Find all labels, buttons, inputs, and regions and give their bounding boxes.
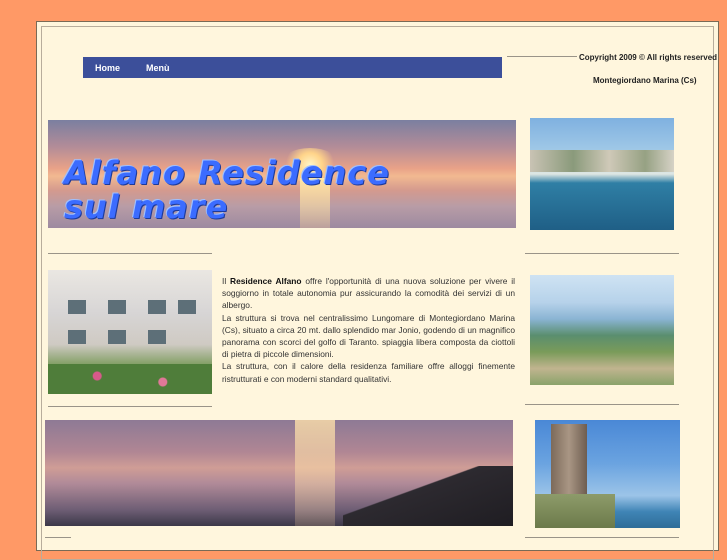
window [148,300,166,314]
sunset-reflection [295,420,335,526]
nav-home-link[interactable]: Home [95,63,120,73]
nav-menu-link[interactable]: Menù [146,63,170,73]
window [108,330,126,344]
location-paragraph: La struttura si trova nel centralissimo … [222,312,515,360]
divider [525,253,679,254]
copyright-text: Copyright 2009 © All rights reserved [578,53,718,62]
coast-town [530,150,674,172]
residence-building-photo [48,270,212,394]
garden-flowers [48,364,212,394]
divider [45,537,71,538]
intro-paragraph: Il Residence Alfano offre l'opportunità … [222,275,515,312]
coastline-photo [530,275,674,385]
banner-title: Alfano Residence sul mare [64,156,390,224]
sea-town-photo [530,118,674,230]
window [178,300,196,314]
quality-paragraph: La struttura, con il calore della reside… [222,361,515,384]
window [68,300,86,314]
tower-photo [535,420,680,528]
brand-name: Residence Alfano [230,276,302,286]
divider [525,537,679,538]
description-text: Il Residence Alfano offre l'opportunità … [222,275,515,385]
banner-title-line1: Alfano Residence [64,154,390,192]
window [108,300,126,314]
location-text: Montegiordano Marina (Cs) [593,76,697,85]
banner-title-line2: sul mare [64,188,229,226]
window [68,330,86,344]
window [148,330,166,344]
divider [48,253,212,254]
hillside [535,494,615,528]
sunset-rocks-photo [45,420,513,526]
divider [48,406,212,407]
banner-image: Alfano Residence sul mare [48,120,516,228]
rocks [343,466,513,526]
page-panel: Home Menù Copyright 2009 © All rights re… [36,21,719,560]
top-navigation: Home Menù [83,57,502,78]
divider [525,404,679,405]
divider [507,56,577,57]
intro-prefix: Il [222,276,231,286]
